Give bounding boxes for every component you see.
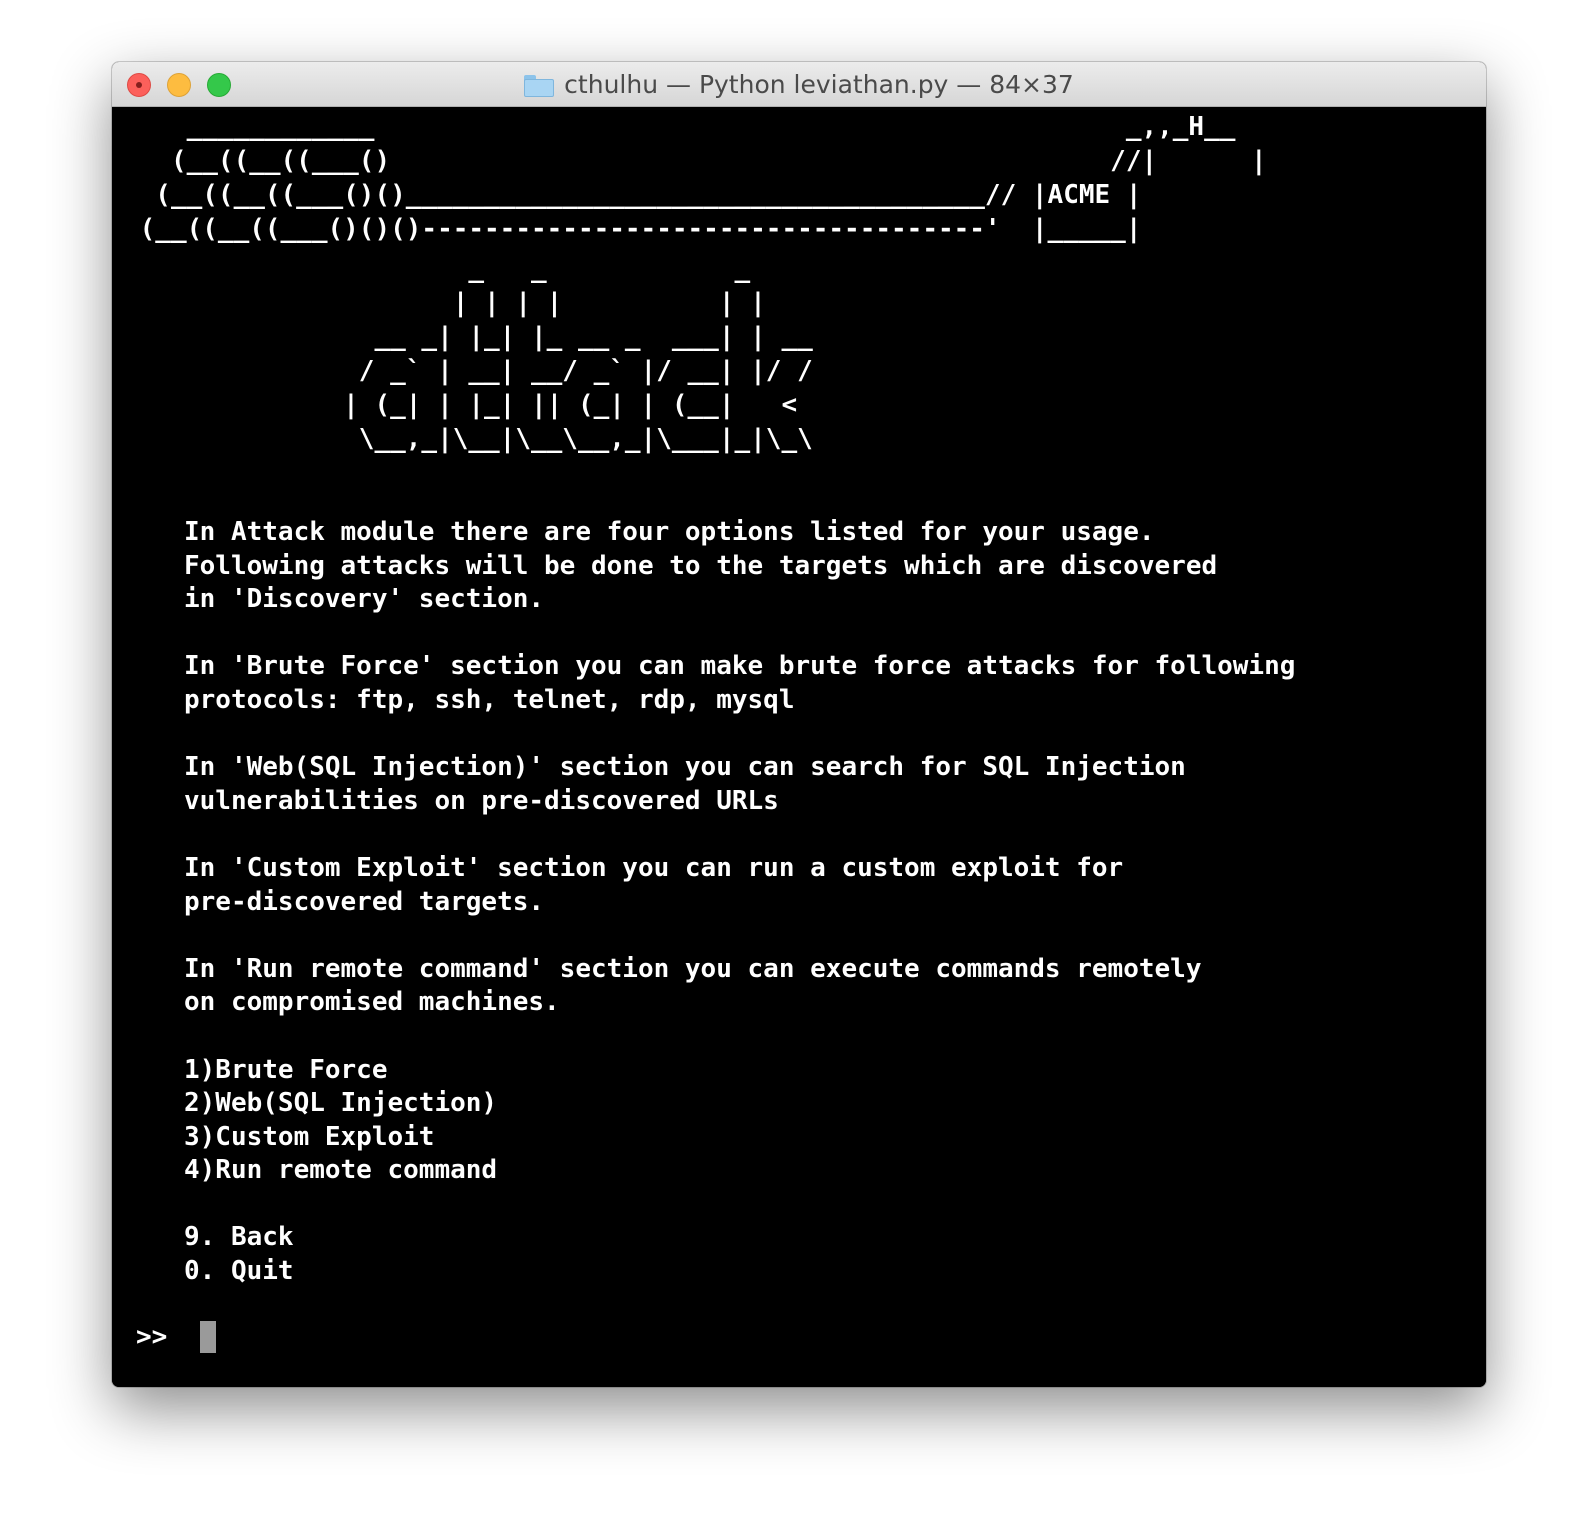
ascii-banner-attack: _ _ _ | | | | | | __ _| |_| |_ __ _ ___|…	[343, 254, 813, 454]
menu-option-brute-force: 1)Brute Force	[184, 1054, 388, 1085]
title-bar[interactable]: cthulhu — Python leviathan.py — 84×37	[112, 62, 1486, 107]
menu-option-custom-exploit: 3)Custom Exploit	[184, 1121, 435, 1152]
menu-option-back: 9. Back	[184, 1222, 294, 1253]
folder-icon	[524, 74, 555, 97]
ascii-banner-ship: ____________ _,,_H__ (__((__((___() //| …	[139, 112, 1267, 244]
text-line: In 'Custom Exploit' section you can run …	[184, 852, 1124, 883]
text-line: In 'Run remote command' section you can …	[184, 953, 1202, 984]
text-cursor[interactable]	[200, 1321, 216, 1353]
text-line	[184, 718, 1295, 752]
terminal-output[interactable]: ____________ _,,_H__ (__((__((___() //| …	[112, 107, 1486, 1387]
menu-option-web-sql-injection: 2)Web(SQL Injection)	[184, 1088, 498, 1119]
text-line	[184, 1188, 1295, 1222]
text-line: In 'Web(SQL Injection)' section you can …	[184, 752, 1186, 783]
text-line: In 'Brute Force' section you can make br…	[184, 651, 1296, 682]
text-line: Following attacks will be done to the ta…	[184, 550, 1218, 581]
text-line: in 'Discovery' section.	[184, 584, 545, 615]
text-line	[184, 818, 1295, 852]
text-line: on compromised machines.	[184, 987, 560, 1018]
module-description: In Attack module there are four options …	[184, 516, 1295, 1289]
text-line: pre-discovered targets.	[184, 886, 545, 917]
window-title-text: cthulhu — Python leviathan.py — 84×37	[564, 70, 1074, 99]
text-line: vulnerabilities on pre-discovered URLs	[184, 785, 779, 816]
text-line	[184, 617, 1295, 651]
text-line: In Attack module there are four options …	[184, 517, 1155, 547]
text-line	[184, 1020, 1295, 1054]
window-title: cthulhu — Python leviathan.py — 84×37	[112, 62, 1486, 107]
text-line: protocols: ftp, ssh, telnet, rdp, mysql	[184, 684, 795, 715]
command-prompt: >>	[136, 1322, 168, 1352]
menu-option-run-remote-command: 4)Run remote command	[184, 1155, 498, 1186]
menu-option-quit: 0. Quit	[184, 1256, 294, 1287]
text-line	[184, 919, 1295, 953]
terminal-window: cthulhu — Python leviathan.py — 84×37 __…	[112, 62, 1486, 1387]
